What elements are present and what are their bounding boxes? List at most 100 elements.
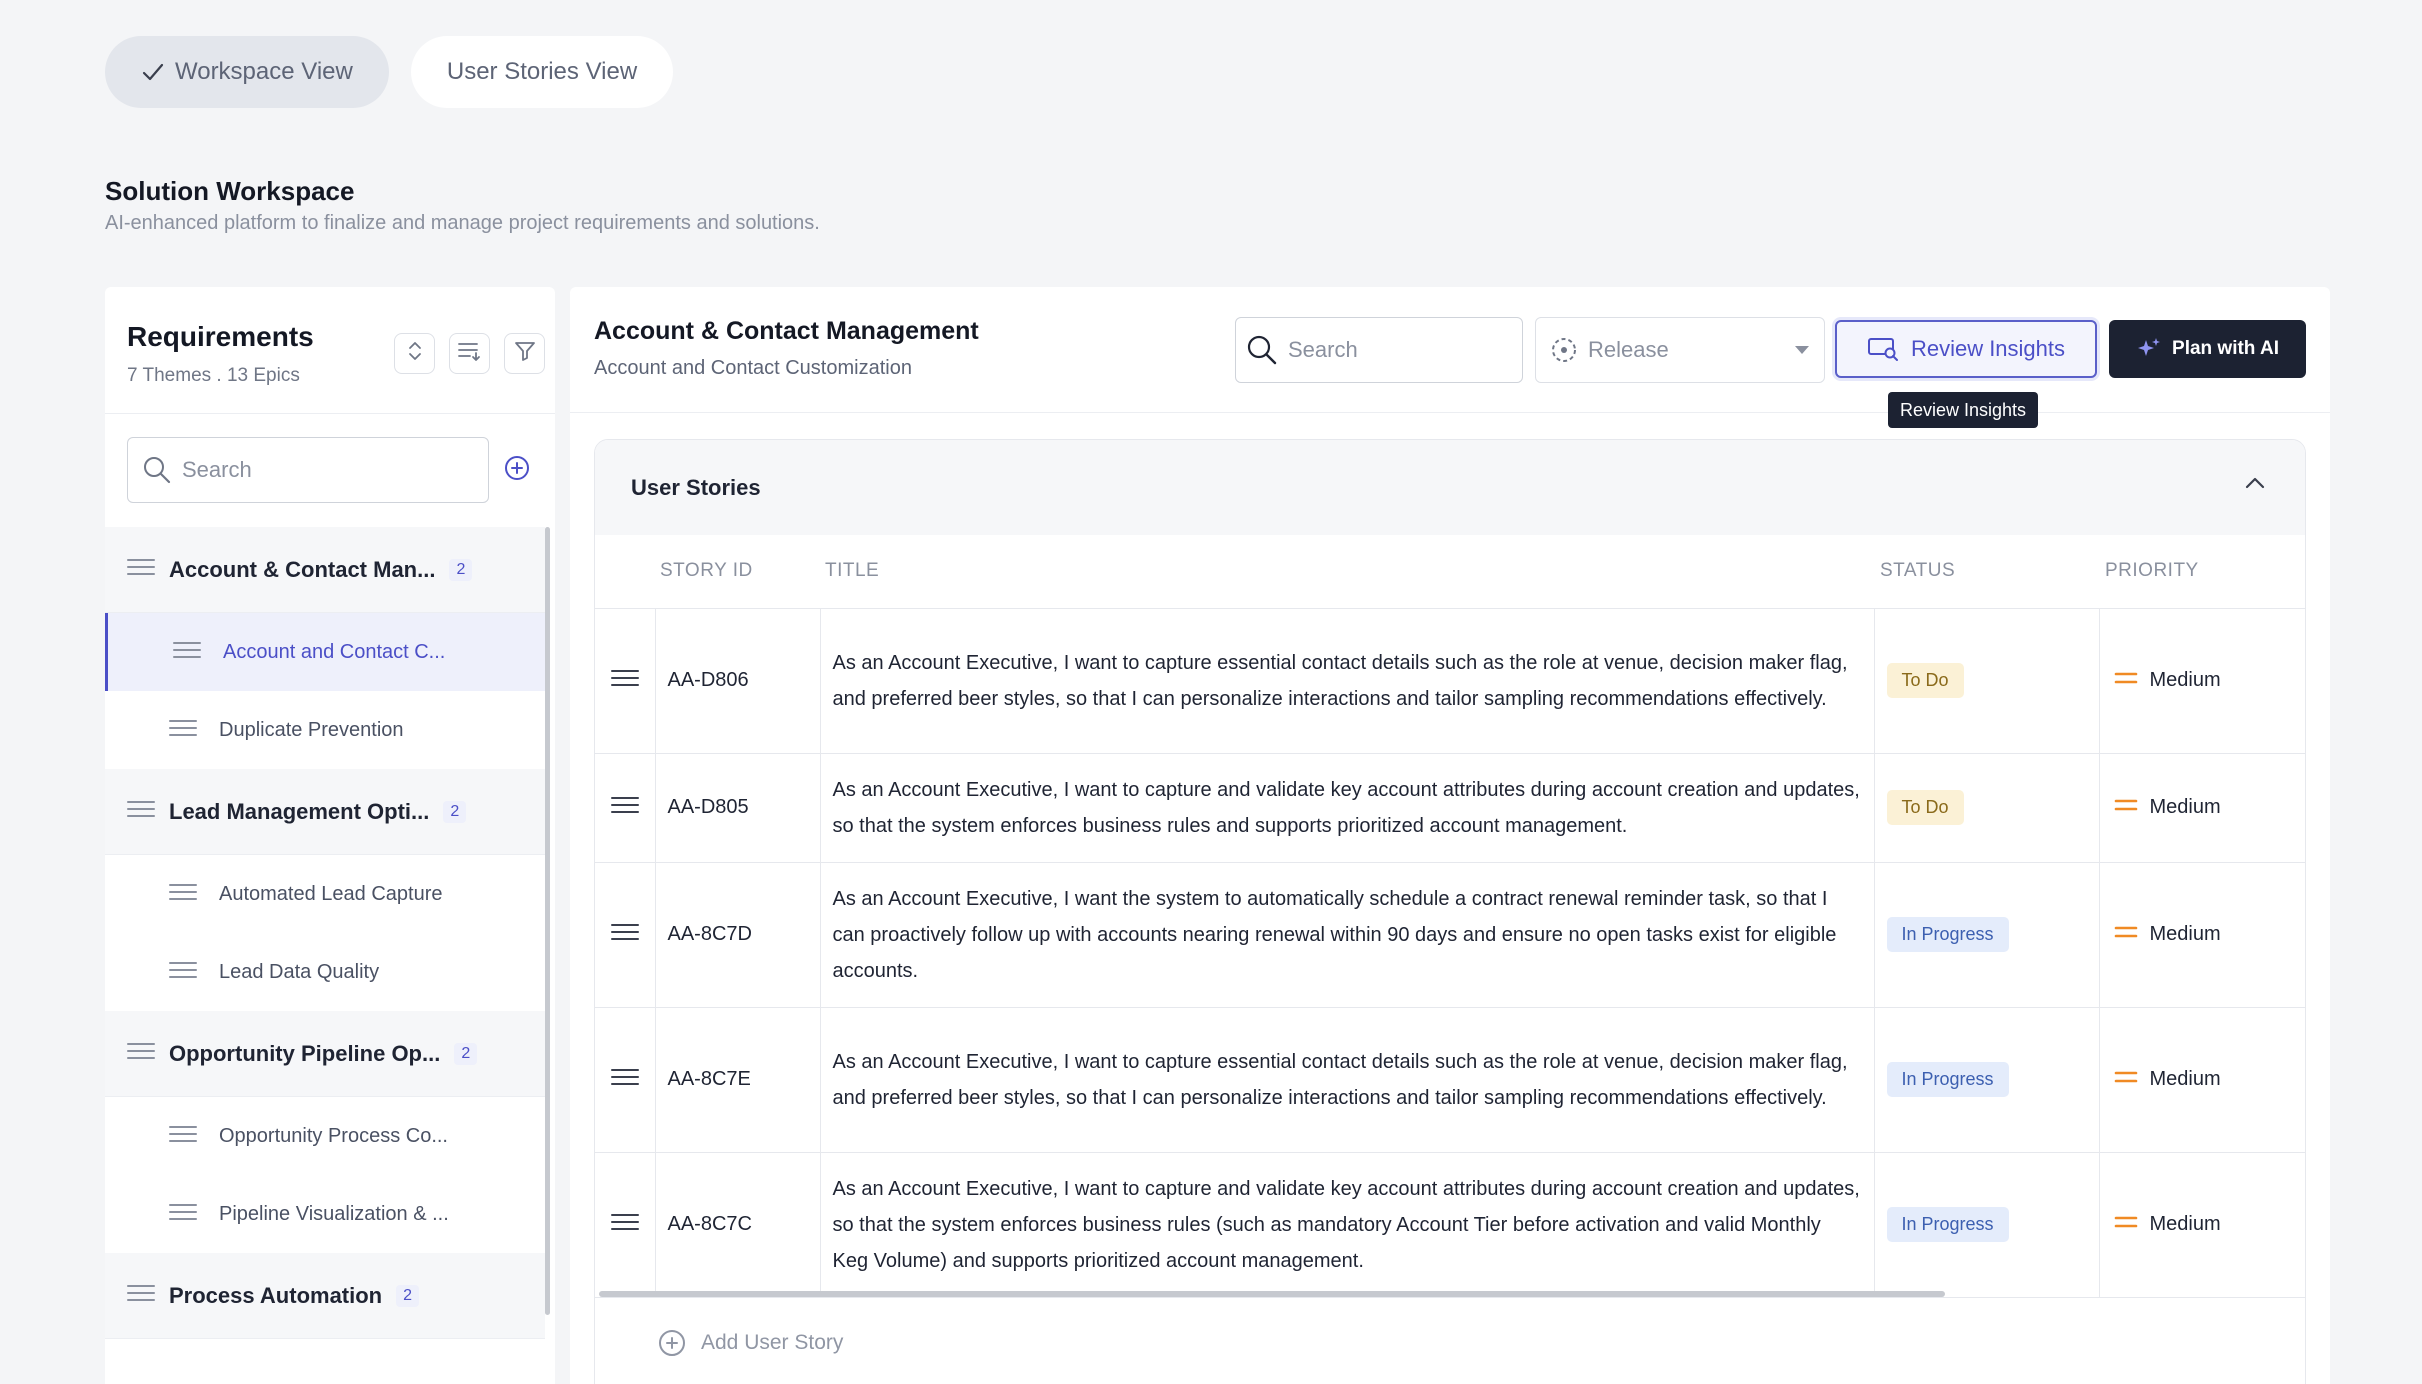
theme-row[interactable]: Opportunity Pipeline Op... 2 xyxy=(105,1011,545,1097)
priority-cell[interactable]: Medium xyxy=(2099,862,2305,1008)
story-id[interactable]: AA-D805 xyxy=(655,753,821,863)
user-stories-header[interactable]: User Stories xyxy=(595,440,2305,535)
theme-row[interactable]: Account & Contact Man... 2 xyxy=(105,527,545,613)
title-column-header[interactable]: TITLE xyxy=(820,535,1874,609)
requirements-meta: 7 Themes . 13 Epics xyxy=(127,365,300,386)
status-cell: In Progress xyxy=(1874,1152,2100,1298)
epic-row[interactable]: Lead Data Quality xyxy=(105,933,545,1011)
filter-icon xyxy=(514,340,536,367)
status-column-header[interactable]: STATUS xyxy=(1874,535,2099,609)
requirements-title: Requirements xyxy=(127,321,314,352)
user-stories-view-label: User Stories View xyxy=(446,58,638,85)
status-badge[interactable]: In Progress xyxy=(1886,1062,2009,1097)
story-id[interactable]: AA-D806 xyxy=(655,608,821,754)
chevron-up-icon[interactable] xyxy=(2245,476,2265,495)
theme-row[interactable]: Lead Management Opti... 2 xyxy=(105,769,545,855)
status-badge[interactable]: In Progress xyxy=(1886,1207,2009,1242)
review-insights-button[interactable]: Review Insights xyxy=(1835,320,2097,378)
release-select[interactable]: Release xyxy=(1535,317,1825,383)
stories-search-input[interactable]: Search xyxy=(1235,317,1523,383)
story-id[interactable]: AA-8C7C xyxy=(655,1152,821,1298)
status-badge[interactable]: In Progress xyxy=(1886,917,2009,952)
epic-row[interactable]: Opportunity Process Co... xyxy=(105,1097,545,1175)
plus-circle-icon xyxy=(503,454,531,487)
drag-handle-icon[interactable] xyxy=(127,1041,155,1066)
check-icon xyxy=(141,60,165,84)
drag-handle-icon[interactable] xyxy=(610,923,639,947)
row-handle-cell xyxy=(595,1152,656,1298)
drag-handle-icon[interactable] xyxy=(169,718,197,743)
drag-handle-icon[interactable] xyxy=(169,1124,197,1149)
expand-collapse-button[interactable] xyxy=(394,333,435,374)
epic-row[interactable]: Automated Lead Capture xyxy=(105,855,545,933)
table-row[interactable]: AA-8C7E As an Account Executive, I want … xyxy=(595,1007,2305,1153)
user-stories-title: User Stories xyxy=(631,474,761,500)
status-badge[interactable]: To Do xyxy=(1886,663,1964,698)
drag-handle-icon[interactable] xyxy=(169,1202,197,1227)
drag-handle-icon[interactable] xyxy=(127,799,155,824)
story-id[interactable]: AA-8C7D xyxy=(655,862,821,1008)
workspace-view-button[interactable]: Workspace View xyxy=(105,36,389,108)
drag-handle-icon[interactable] xyxy=(610,796,639,820)
priority-column-header[interactable]: PRIORITY xyxy=(2099,535,2305,609)
table-horizontal-scrollbar[interactable] xyxy=(599,1291,1945,1297)
main-panel: Account & Contact Management Account and… xyxy=(570,287,2330,1384)
priority-cell[interactable]: Medium xyxy=(2099,1152,2305,1298)
plan-with-ai-label: Plan with AI xyxy=(2172,338,2279,359)
table-row[interactable]: AA-8C7C As an Account Executive, I want … xyxy=(595,1152,2305,1298)
story-title[interactable]: As an Account Executive, I want to captu… xyxy=(820,1152,1875,1298)
user-stories-view-button[interactable]: User Stories View xyxy=(410,36,674,108)
table-row[interactable]: AA-8C7D As an Account Executive, I want … xyxy=(595,862,2305,1008)
status-badge[interactable]: To Do xyxy=(1886,790,1964,825)
priority-medium-icon xyxy=(2114,796,2138,819)
drag-handle-icon[interactable] xyxy=(169,882,197,907)
page-subtitle: AI-enhanced platform to finalize and man… xyxy=(105,212,820,234)
add-theme-button[interactable] xyxy=(503,454,531,487)
row-handle-cell xyxy=(595,862,656,1008)
sort-button[interactable] xyxy=(449,333,490,374)
priority-cell[interactable]: Medium xyxy=(2099,753,2305,863)
story-title[interactable]: As an Account Executive, I want to captu… xyxy=(820,1007,1875,1153)
release-placeholder: Release xyxy=(1588,337,1669,362)
story-id-column-header[interactable]: STORY ID xyxy=(655,535,820,609)
filter-button[interactable] xyxy=(504,333,545,374)
add-user-story-button[interactable]: Add User Story xyxy=(657,1328,843,1358)
drag-handle-icon[interactable] xyxy=(169,960,197,985)
tree-scrollbar[interactable] xyxy=(545,527,550,1315)
epic-label: Lead Data Quality xyxy=(219,960,380,983)
drag-handle-icon[interactable] xyxy=(173,640,201,665)
story-title[interactable]: As an Account Executive, I want the syst… xyxy=(820,862,1875,1008)
requirements-tree: Account & Contact Man... 2 Account and C… xyxy=(105,527,545,1339)
epic-row[interactable]: Duplicate Prevention xyxy=(105,691,545,769)
priority-cell[interactable]: Medium xyxy=(2099,608,2306,754)
plan-with-ai-button[interactable]: Plan with AI xyxy=(2109,320,2306,378)
epic-count-badge: 2 xyxy=(443,800,467,823)
epic-subtitle: Account and Contact Customization xyxy=(594,357,912,379)
chevron-down-icon xyxy=(1794,345,1810,355)
theme-label: Lead Management Opti... xyxy=(169,798,430,824)
drag-handle-icon[interactable] xyxy=(610,1213,639,1237)
priority-medium-icon xyxy=(2114,1213,2138,1236)
epic-label: Duplicate Prevention xyxy=(219,718,404,741)
table-row[interactable]: AA-D806 As an Account Executive, I want … xyxy=(595,608,2306,754)
table-row[interactable]: AA-D805 As an Account Executive, I want … xyxy=(595,753,2305,863)
story-title[interactable]: As an Account Executive, I want to captu… xyxy=(820,753,1875,863)
theme-row[interactable]: Process Automation 2 xyxy=(105,1253,545,1339)
priority-label: Medium xyxy=(2149,1213,2221,1235)
search-placeholder: Search xyxy=(182,457,252,482)
drag-handle-icon[interactable] xyxy=(127,1283,155,1308)
workspace-view-label: Workspace View xyxy=(175,58,353,85)
priority-cell[interactable]: Medium xyxy=(2099,1007,2305,1153)
requirements-search-input[interactable]: Search xyxy=(127,437,489,503)
story-id[interactable]: AA-8C7E xyxy=(655,1007,821,1153)
epic-row[interactable]: Account and Contact C... xyxy=(105,613,545,691)
priority-value: Medium xyxy=(2114,669,2306,692)
drag-handle-icon[interactable] xyxy=(127,557,155,582)
requirements-panel: Requirements 7 Themes . 13 Epics Search … xyxy=(105,287,555,1384)
drag-handle-icon[interactable] xyxy=(610,1068,639,1092)
requirements-search-row: Search xyxy=(127,437,531,503)
drag-handle-icon[interactable] xyxy=(610,669,639,693)
epic-row[interactable]: Pipeline Visualization & ... xyxy=(105,1175,545,1253)
story-title[interactable]: As an Account Executive, I want to captu… xyxy=(820,608,1875,754)
theme-label: Opportunity Pipeline Op... xyxy=(169,1040,441,1066)
